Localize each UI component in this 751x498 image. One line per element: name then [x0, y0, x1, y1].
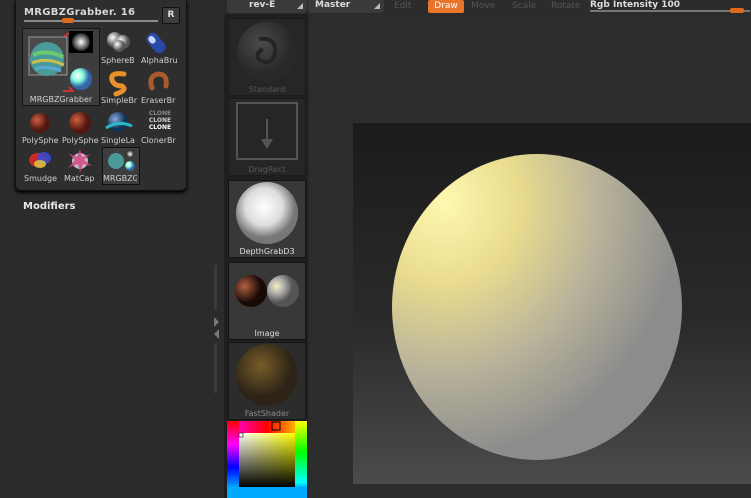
eraser-brush-icon [148, 71, 169, 91]
brush-title: MRGBZGrabber. 16 [24, 7, 136, 18]
brush-item-cloner[interactable]: CLONE CLONE CLONE ClonerBr [140, 108, 178, 148]
standard-material-icon [237, 22, 297, 82]
brush-label: MRGBZG [103, 174, 137, 183]
simple-brush-icon [109, 71, 127, 97]
image-material-icon [235, 275, 299, 307]
sphere-brush-icon [107, 32, 130, 52]
brush-slider-knob[interactable] [62, 18, 74, 23]
rgb-intensity-knob[interactable] [730, 8, 744, 13]
master-label: Master [315, 0, 351, 10]
brush-label: Smudge [24, 174, 58, 183]
drag-rect-icon [236, 102, 298, 160]
fast-shader-icon [236, 344, 298, 406]
smudge-icon [29, 152, 51, 168]
rendered-sphere [392, 154, 682, 460]
brush-label: PolySphe [22, 136, 59, 145]
brush-item-simple[interactable]: SimpleBr [100, 68, 138, 108]
brush-label: MRGBZGrabber [29, 95, 93, 104]
alpha-brush-icon [146, 32, 166, 54]
cloner-brush-icon: CLONE CLONE CLONE [144, 110, 176, 131]
matcap-icon [68, 149, 92, 173]
material-preset-label: rev-E [249, 0, 276, 10]
material-preset-dropdown[interactable]: rev-E [227, 0, 307, 13]
master-dropdown[interactable]: Master [308, 0, 384, 13]
polysphere-icon [69, 112, 91, 134]
material-item-depthgrab[interactable]: DepthGrabD3 [228, 180, 306, 258]
material-label: Standard [248, 85, 286, 94]
move-button[interactable]: Move [471, 1, 495, 11]
brush-label: ClonerBr [141, 136, 176, 145]
mrgbz-grabber-small-icon [108, 150, 135, 171]
brush-item-singlelayer[interactable]: SingleLa [100, 108, 138, 148]
single-layer-icon [105, 112, 133, 132]
brush-label: EraserBr [141, 96, 176, 105]
edit-button[interactable]: Edit [394, 1, 411, 11]
r-button[interactable]: R [162, 7, 180, 24]
depth-grab-icon [236, 182, 298, 244]
brush-label: MatCap [64, 174, 95, 183]
material-item-image[interactable]: Image [228, 262, 306, 340]
brush-label: PolySphe [62, 136, 99, 145]
material-item-dragrect[interactable]: DragRect [228, 98, 306, 176]
brush-slider-track[interactable] [24, 20, 158, 22]
rgb-intensity-slider[interactable] [590, 10, 750, 12]
color-picker[interactable] [227, 421, 307, 498]
mrgbz-grabber-icon [28, 31, 93, 92]
modifiers-heading[interactable]: Modifiers [23, 201, 76, 212]
brush-item-mrgbzg-small[interactable]: MRGBZG [102, 147, 140, 185]
top-toolbar: Master Edit Draw Move Scale Rotate Rgb I… [308, 0, 751, 14]
polysphere-icon [30, 113, 50, 133]
brush-item-matcap[interactable]: MatCap [62, 146, 100, 186]
brush-item-polysphere[interactable]: PolySphe [22, 108, 60, 148]
brush-item-smudge[interactable]: Smudge [22, 146, 60, 186]
material-label: DepthGrabD3 [239, 247, 295, 256]
scale-button[interactable]: Scale [512, 1, 536, 11]
clone-text: CLONE [148, 124, 172, 131]
draw-button[interactable]: Draw [428, 0, 464, 13]
brush-item-alpha[interactable]: AlphaBru [140, 28, 178, 68]
material-label: DragRect [248, 165, 286, 174]
rotate-button[interactable]: Rotate [551, 1, 580, 11]
brush-label: SphereB [101, 56, 135, 65]
brush-item-mrgbzgrabber[interactable]: MRGBZGrabber [22, 28, 100, 106]
material-item-standard[interactable]: Standard [228, 18, 306, 96]
brush-item-polysphere-2[interactable]: PolySphe [62, 108, 100, 148]
dropdown-arrow-icon [374, 3, 380, 9]
dropdown-arrow-icon [297, 3, 303, 9]
clone-text: CLONE [148, 117, 172, 124]
brush-label: SimpleBr [101, 96, 137, 105]
material-label: FastShader [244, 409, 290, 418]
brush-label: SingleLa [101, 136, 135, 145]
brush-palette: MRGBZGrabber. 16 R MRGBZGrabber SphereB … [15, 0, 187, 191]
material-item-fastshader[interactable]: FastShader [228, 342, 306, 420]
clone-text: CLONE [148, 110, 172, 117]
brush-label: AlphaBru [141, 56, 177, 65]
panel-resize-handle[interactable] [214, 265, 220, 395]
brush-item-sphere[interactable]: SphereB [100, 28, 138, 68]
material-label: Image [254, 329, 280, 338]
brush-item-eraser[interactable]: EraserBr [140, 68, 178, 108]
rgb-intensity-label: Rgb Intensity 100 [590, 0, 681, 10]
